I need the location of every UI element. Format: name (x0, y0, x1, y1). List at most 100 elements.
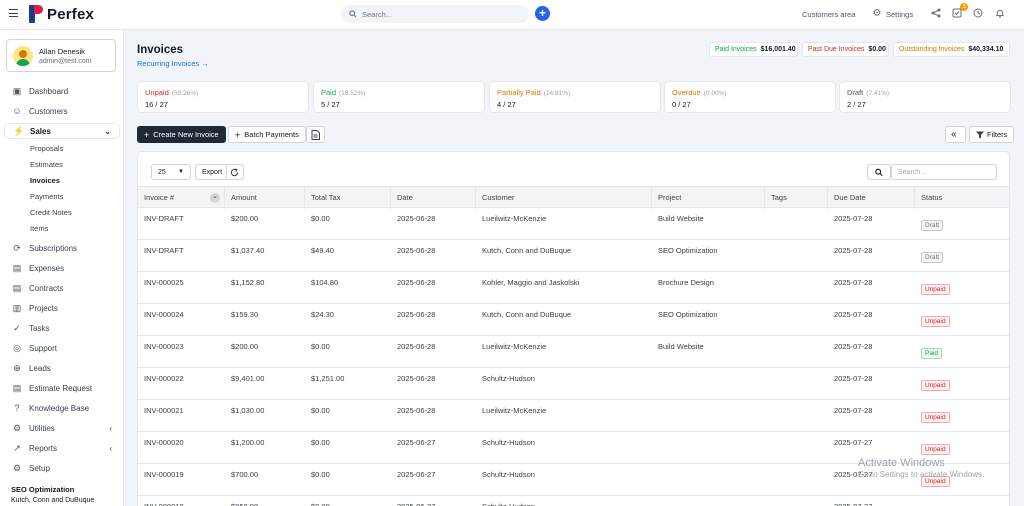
stat-card-partially-paid[interactable]: Partially Paid (14.81%) 4 / 27 (489, 81, 661, 113)
stat-card-draft[interactable]: Draft (7.41%) 2 / 27 (839, 81, 1011, 113)
cell-customer[interactable]: Schultz-Hudson (482, 470, 535, 479)
sidebar-subitem-invoices[interactable]: Invoices (30, 176, 60, 185)
bell-icon[interactable] (994, 8, 1006, 20)
cell-customer[interactable]: Schultz-Hudson (482, 374, 535, 383)
customers-area-link[interactable]: Customers area (802, 10, 855, 19)
cell-customer[interactable]: Kutch, Conn and DuBuque (482, 310, 571, 319)
table-row[interactable]: INV-000025 $1,152.80 $104.80 2025-06-28 Kohl… (138, 272, 1009, 304)
page-size-select[interactable]: 25 ▼ (151, 164, 191, 180)
sidebar-item-customers[interactable]: ☺ Customers (4, 103, 120, 119)
cell-project[interactable]: Brochure Design (658, 278, 714, 287)
table-row[interactable]: INV-000022 $9,401.00 $1,251.00 2025-06-28 Sc… (138, 368, 1009, 400)
cell-customer[interactable]: Kutch, Conn and DuBuque (482, 246, 571, 255)
global-search-input[interactable] (362, 9, 512, 19)
column-header-project[interactable]: Project (652, 187, 765, 209)
sidebar-subitem-items[interactable]: Items (30, 224, 48, 233)
export-file-button[interactable] (306, 126, 325, 143)
create-invoice-button[interactable]: + Create New Invoice (137, 126, 226, 143)
cell-project[interactable]: SEO Optimization (658, 246, 718, 255)
stat-card-overdue[interactable]: Overdue (0.00%) 0 / 27 (664, 81, 836, 113)
cell-project[interactable]: Build Website (658, 342, 704, 351)
user-profile-card[interactable]: Allan Denesik admin@test.com (6, 39, 116, 72)
column-header-label: Tags (771, 193, 787, 202)
sidebar-item-utilities[interactable]: ⚙ Utilities ‹ (4, 420, 120, 436)
cell-invoice[interactable]: INV-DRAFT (144, 246, 184, 255)
sidebar-item-knowledge-base[interactable]: ? Knowledge Base (4, 400, 120, 416)
cell-invoice[interactable]: INV-000023 (144, 342, 184, 351)
batch-payments-button[interactable]: + Batch Payments (228, 126, 306, 143)
pinned-project-name[interactable]: SEO Optimization (11, 485, 74, 494)
cell-invoice[interactable]: INV-000024 (144, 310, 184, 319)
cell-project[interactable]: Build Website (658, 214, 704, 223)
column-header-tags[interactable]: Tags (765, 187, 828, 209)
table-row[interactable]: INV-DRAFT $200.00 $0.00 2025-06-28 Lueilwitz… (138, 208, 1009, 240)
sidebar-item-contracts[interactable]: ▤ Contracts (4, 280, 120, 296)
cell-date: 2025-06-28 (397, 278, 436, 287)
column-header-due-date[interactable]: Due Date (828, 187, 915, 209)
cell-customer[interactable]: Lueilwitz-McKenzie (482, 342, 546, 351)
sidebar-item-subscriptions[interactable]: ⟳ Subscriptions (4, 240, 120, 256)
cell-customer[interactable]: Schultz-Hudson (482, 502, 535, 506)
export-button[interactable]: Export (195, 164, 230, 180)
sidebar-item-leads[interactable]: ⊕ Leads (4, 360, 120, 376)
table-row[interactable]: INV-000023 $200.00 $0.00 2025-06-28 Lueilwit… (138, 336, 1009, 368)
cell-customer[interactable]: Kohler, Maggio and Jaskolski (482, 278, 579, 287)
table-row[interactable]: INV-000018 $850.00 $0.00 2025-06-27 Schultz-… (138, 496, 1009, 506)
cell-customer[interactable]: Lueilwitz-McKenzie (482, 214, 546, 223)
table-row[interactable]: INV-DRAFT $1,037.40 $49.40 2025-06-28 Kutch,… (138, 240, 1009, 272)
table-search-icon-button[interactable] (867, 164, 891, 180)
reload-button[interactable] (226, 164, 244, 180)
logo[interactable]: Perfex (29, 5, 94, 23)
sidebar-subitem-proposals[interactable]: Proposals (30, 144, 63, 153)
sidebar-item-projects[interactable]: ▥ Projects (4, 300, 120, 316)
menu-toggle-icon[interactable] (9, 9, 18, 17)
stat-card-paid[interactable]: Paid (18.52%) 5 / 27 (313, 81, 485, 113)
clock-icon[interactable] (972, 8, 984, 20)
cell-invoice[interactable]: INV-DRAFT (144, 214, 184, 223)
global-search[interactable] (341, 5, 529, 23)
sidebar-subitem-payments[interactable]: Payments (30, 192, 63, 201)
sidebar-item-sales[interactable]: ⚡ Sales ⌄ (4, 123, 120, 139)
sidebar-subitem-estimates[interactable]: Estimates (30, 160, 63, 169)
filters-button[interactable]: Filters (969, 126, 1015, 143)
sidebar-item-tasks[interactable]: ✓ Tasks (4, 320, 120, 336)
quick-create-button[interactable]: + (535, 6, 550, 21)
cell-invoice[interactable]: INV-000018 (144, 502, 184, 506)
cell-invoice[interactable]: INV-000021 (144, 406, 184, 415)
settings-link[interactable]: Settings (886, 10, 913, 19)
sidebar-item-estimate-request[interactable]: ▤ Estimate Request (4, 380, 120, 396)
sidebar-subitem-credit-notes[interactable]: Credit Notes (30, 208, 72, 217)
cell-invoice[interactable]: INV-000020 (144, 438, 184, 447)
sidebar-item-expenses[interactable]: ▤ Expenses (4, 260, 120, 276)
gear-icon[interactable]: ⚙ (871, 8, 883, 20)
column-header-label: Status (921, 193, 943, 202)
cell-due: 2025-07-28 (834, 374, 873, 383)
question-icon: ? (14, 403, 20, 413)
table-row[interactable]: INV-000024 $159.30 $24.30 2025-06-28 Kutch, … (138, 304, 1009, 336)
column-header-status[interactable]: Status (915, 187, 1009, 209)
collapse-panel-button[interactable]: « (945, 126, 966, 143)
sidebar-item-reports[interactable]: ↗ Reports ‹ (4, 440, 120, 456)
stat-title: Paid (321, 88, 337, 97)
sidebar-item-setup[interactable]: ⚙ Setup (4, 460, 120, 476)
cell-invoice[interactable]: INV-000025 (144, 278, 184, 287)
share-icon[interactable] (930, 8, 942, 20)
cell-customer[interactable]: Lueilwitz-McKenzie (482, 406, 546, 415)
column-header-amount[interactable]: Amount (225, 187, 305, 209)
sidebar-item-dashboard[interactable]: ▣ Dashboard (4, 83, 120, 99)
column-header-invoice[interactable]: Invoice # ⌄ (138, 187, 225, 209)
column-header-customer[interactable]: Customer (476, 187, 652, 209)
cell-invoice[interactable]: INV-000022 (144, 374, 184, 383)
column-header-total-tax[interactable]: Total Tax (305, 187, 391, 209)
table-search-input[interactable]: Search... (891, 164, 997, 180)
column-header-date[interactable]: Date (391, 187, 476, 209)
plus-icon: + (144, 129, 150, 140)
stat-card-unpaid[interactable]: Unpaid (59.26%) 16 / 27 (137, 81, 309, 113)
recurring-invoices-link[interactable]: Recurring Invoices → (137, 59, 209, 68)
cell-project[interactable]: SEO Optimization (658, 310, 718, 319)
cell-customer[interactable]: Schultz-Hudson (482, 438, 535, 447)
bulk-actions-dropdown-icon[interactable]: ⌄ (210, 193, 220, 203)
sidebar-item-support[interactable]: ◎ Support (4, 340, 120, 356)
cell-invoice[interactable]: INV-000019 (144, 470, 184, 479)
table-row[interactable]: INV-000021 $1,030.00 $0.00 2025-06-28 Lueilw… (138, 400, 1009, 432)
